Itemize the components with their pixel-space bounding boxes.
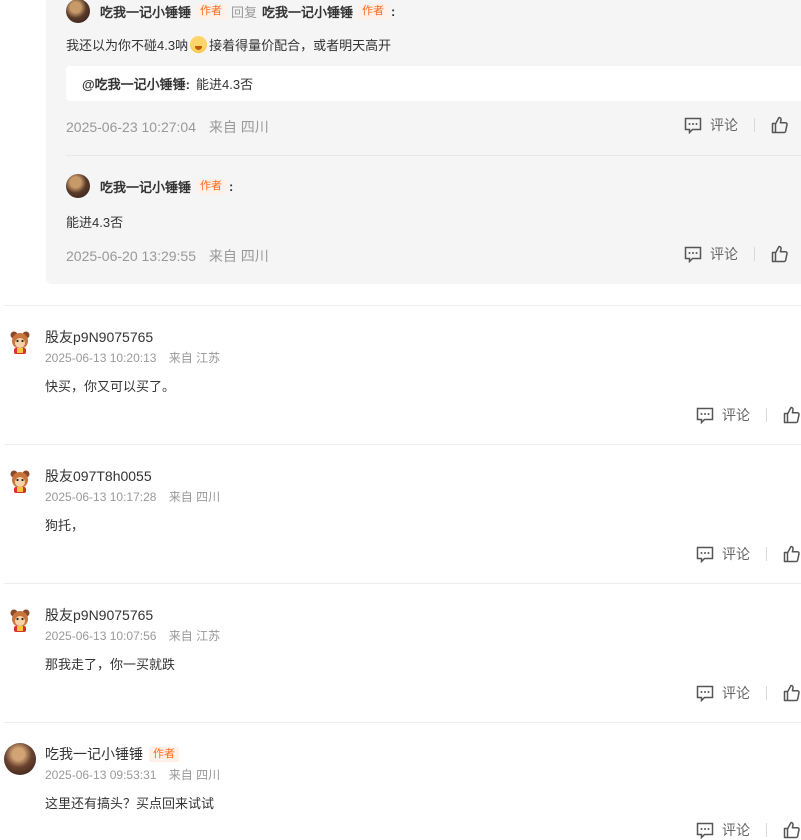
avatar[interactable] (66, 0, 90, 23)
laughing-emoji-icon (190, 36, 208, 53)
comment-meta: 2025-06-13 10:20:13 来自 江苏 (45, 349, 220, 366)
author-badge: 作者 (149, 746, 179, 762)
author-badge: 作者 (358, 3, 389, 19)
divider (754, 247, 755, 261)
thumbs-up-icon (783, 821, 800, 839)
like-button[interactable] (771, 116, 789, 134)
reply-actions: 评论 (684, 244, 789, 264)
like-button[interactable] (771, 245, 789, 263)
comment-meta: 2025-06-13 09:53:31 来自 四川 (45, 766, 220, 783)
quote-user[interactable]: @吃我一记小锤锤: (82, 74, 190, 93)
comment-divider (4, 444, 801, 445)
reply-location: 来自 四川 (208, 119, 269, 135)
comment-actions: 评论 (696, 405, 801, 425)
comment-bubble-icon (696, 407, 714, 424)
comment-button[interactable]: 评论 (684, 115, 738, 135)
divider (754, 118, 755, 132)
avatar[interactable] (4, 743, 36, 775)
reply-datetime: 2025-06-23 10:27:04 (66, 119, 196, 135)
reply-author-name[interactable]: 吃我一记小锤锤 (100, 2, 191, 21)
comment-label: 评论 (710, 117, 738, 133)
comment-bubble-icon (696, 546, 714, 563)
reply-author-name[interactable]: 吃我一记小锤锤 (100, 177, 191, 196)
comment-location: 来自 四川 (168, 490, 221, 504)
reply-text-part: 我还以为你不碰4.3呐 (66, 38, 189, 53)
comment-location: 来自 四川 (168, 768, 221, 782)
thumbs-up-icon (783, 545, 800, 563)
like-button[interactable] (783, 545, 801, 563)
comment-label: 评论 (722, 822, 750, 838)
comment-divider (4, 722, 801, 723)
comment-location: 来自 江苏 (168, 351, 221, 365)
comment-datetime: 2025-06-13 09:53:31 (45, 768, 157, 782)
quote-text: 能进4.3否 (196, 77, 254, 92)
comment-username[interactable]: 吃我一记小锤锤 (45, 744, 143, 764)
comment-actions: 评论 (696, 820, 801, 840)
comment-bubble-icon (684, 117, 702, 134)
comment-button[interactable]: 评论 (696, 683, 750, 703)
like-button[interactable] (783, 684, 801, 702)
thumbs-up-icon (771, 245, 788, 263)
comment-button[interactable]: 评论 (696, 544, 750, 564)
reply-meta: 2025-06-20 13:29:55 来自 四川 (66, 246, 269, 266)
comment-button[interactable]: 评论 (684, 244, 738, 264)
red-mascot-avatar-icon[interactable] (8, 469, 32, 493)
comment-actions: 评论 (696, 683, 801, 703)
divider (766, 408, 767, 422)
reply-header: 吃我一记小锤锤 作者 回复 吃我一记小锤锤 作者 : (66, 0, 395, 23)
red-mascot-avatar-icon[interactable] (8, 330, 32, 354)
comment-datetime: 2025-06-13 10:07:56 (45, 629, 157, 643)
comment-divider (4, 305, 801, 306)
reply-text: 能进4.3否 (66, 212, 123, 231)
comment-label: 评论 (722, 546, 750, 562)
comment-text: 狗托， (45, 518, 85, 533)
thumbs-up-icon (783, 406, 800, 424)
divider (766, 686, 767, 700)
comment-text: 快买，你又可以买了。 (45, 379, 176, 394)
comment-username[interactable]: 股友p9N9075765 (45, 327, 153, 347)
comment-text: 那我走了，你一买就跌 (45, 657, 176, 672)
comment-label: 评论 (710, 246, 738, 262)
reply-label: 回复 (231, 4, 258, 20)
reply-location: 来自 四川 (208, 248, 269, 264)
comment-username[interactable]: 股友p9N9075765 (45, 605, 153, 625)
thumbs-up-icon (771, 116, 788, 134)
reply-text: 我还以为你不碰4.3呐 接着得量价配合，或者明天高开 (66, 35, 391, 54)
comment-bubble-icon (696, 822, 714, 839)
like-button[interactable] (783, 821, 801, 839)
reply-divider (66, 155, 801, 156)
like-button[interactable] (783, 406, 801, 424)
comment-datetime: 2025-06-13 10:17:28 (45, 490, 157, 504)
comment-username[interactable]: 股友097T8h0055 (45, 466, 152, 486)
reply-header: 吃我一记小锤锤 作者 : (66, 174, 233, 198)
comment-bubble-icon (696, 685, 714, 702)
red-mascot-avatar-icon[interactable] (8, 608, 32, 632)
comment-divider (4, 583, 801, 584)
reply-to-name[interactable]: 吃我一记小锤锤 (262, 2, 353, 21)
comment-text: 这里还有搞头？买点回来试试 (45, 796, 215, 811)
comment-button[interactable]: 评论 (696, 820, 750, 840)
divider (766, 547, 767, 561)
reply-meta: 2025-06-23 10:27:04 来自 四川 (66, 117, 269, 137)
reply-actions: 评论 (684, 115, 789, 135)
author-badge: 作者 (196, 3, 227, 19)
comment-location: 来自 江苏 (168, 629, 221, 643)
comment-label: 评论 (722, 685, 750, 701)
thumbs-up-icon (783, 684, 800, 702)
comment-label: 评论 (722, 407, 750, 423)
avatar[interactable] (66, 174, 90, 198)
comment-actions: 评论 (696, 544, 801, 564)
comment-bubble-icon (684, 246, 702, 263)
reply-datetime: 2025-06-20 13:29:55 (66, 248, 196, 264)
comment-username-row: 吃我一记小锤锤 作者 (45, 744, 184, 764)
comment-button[interactable]: 评论 (696, 405, 750, 425)
quoted-reply: @吃我一记小锤锤: 能进4.3否 (66, 66, 801, 101)
comment-meta: 2025-06-13 10:17:28 来自 四川 (45, 488, 220, 505)
reply-text-part: 接着得量价配合，或者明天高开 (209, 38, 392, 53)
comment-meta: 2025-06-13 10:07:56 来自 江苏 (45, 627, 220, 644)
author-badge: 作者 (196, 178, 227, 194)
divider (766, 823, 767, 837)
comment-datetime: 2025-06-13 10:20:13 (45, 351, 157, 365)
reply-text-part: 能进4.3否 (66, 215, 124, 230)
